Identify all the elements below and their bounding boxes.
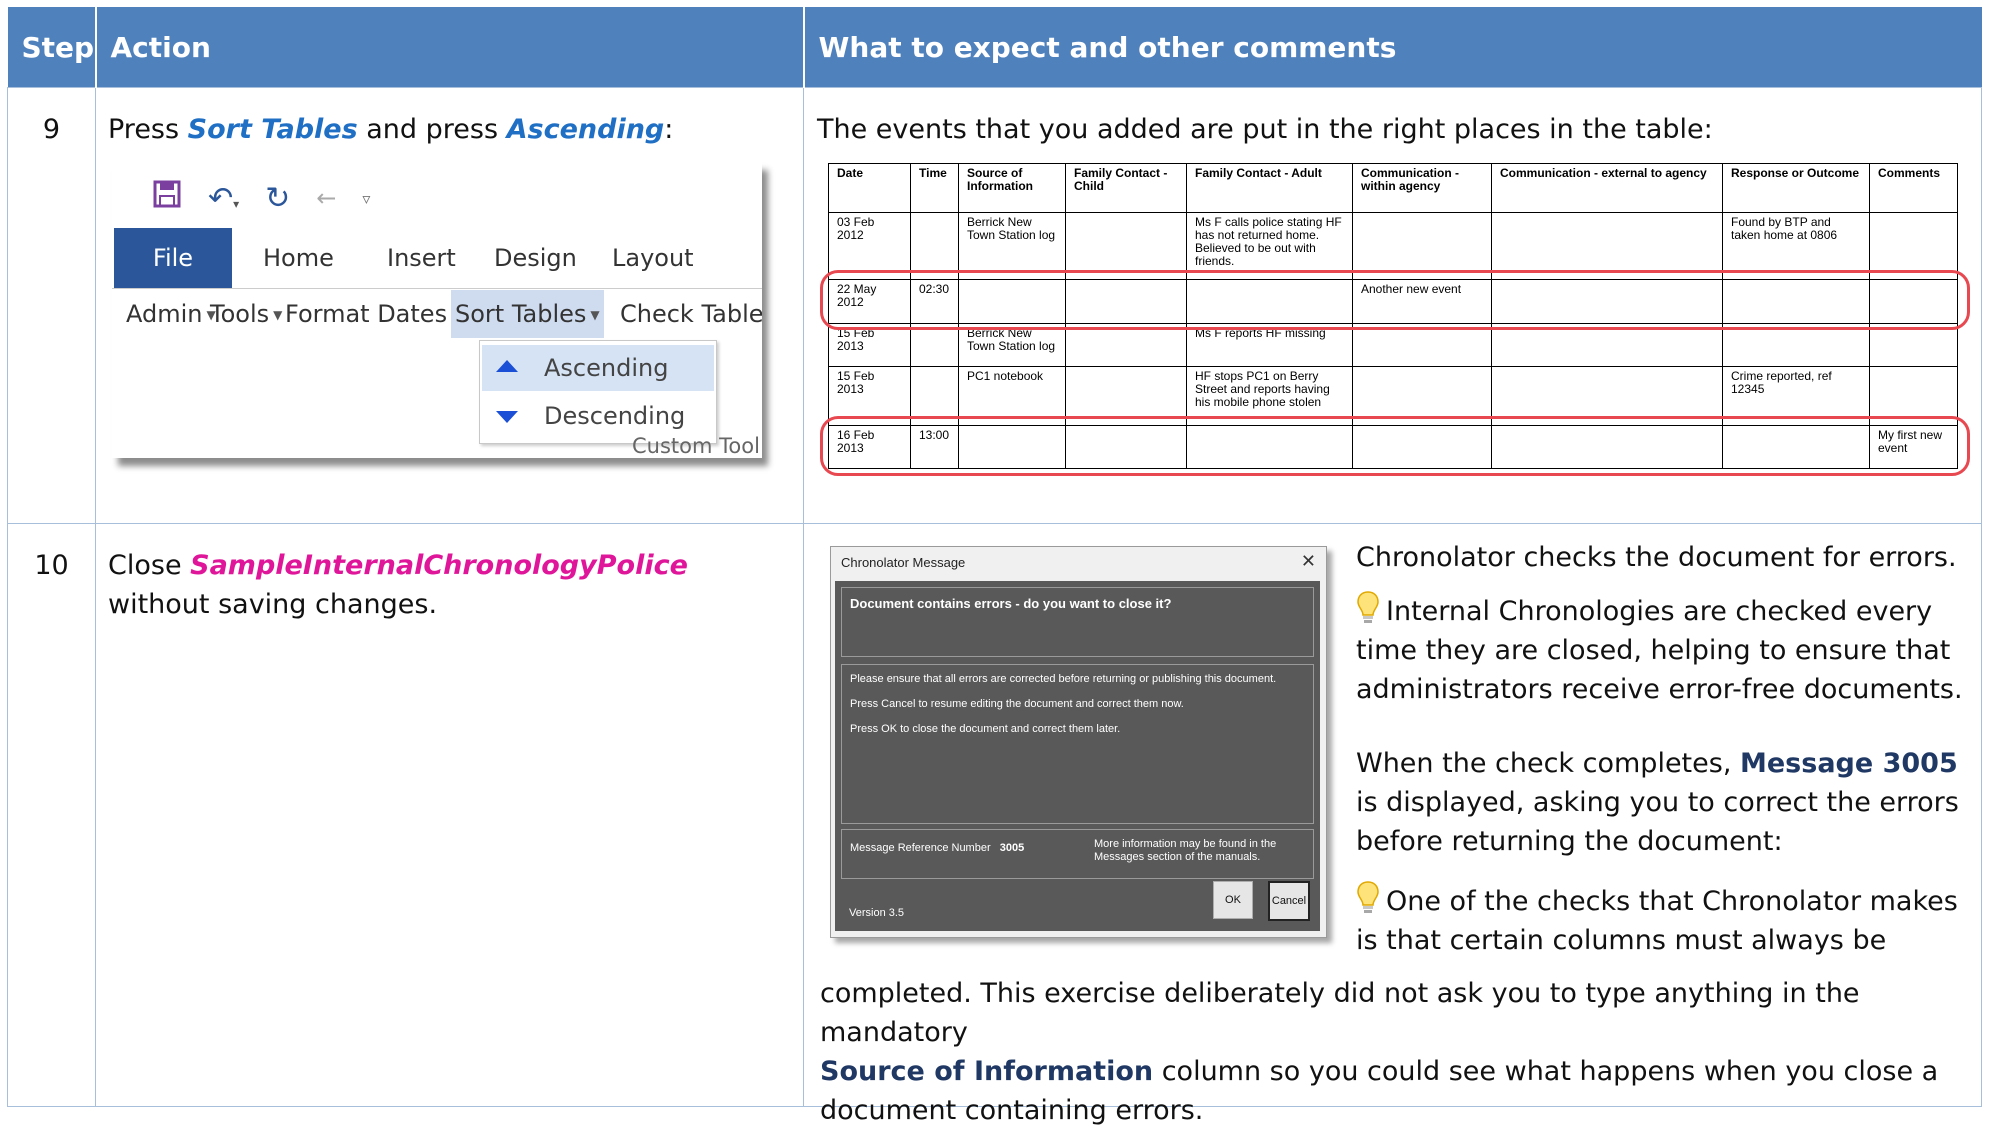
col-time: Time [910, 163, 959, 213]
sort-dropdown: Ascending Descending [479, 340, 717, 444]
message-reference: Message Reference Number 3005 [850, 842, 1025, 854]
dialog-body: Document contains errors - do you want t… [835, 581, 1320, 931]
expect-10-p1: Chronolator checks the document for erro… [1356, 542, 1957, 573]
save-icon[interactable] [152, 179, 182, 217]
dialog-body-line: Press OK to close the document and corre… [850, 723, 1121, 735]
header-expect: What to expect and other comments [803, 7, 1982, 88]
dialog-heading-box: Document contains errors - do you want t… [841, 587, 1314, 657]
header-step: Step [7, 7, 97, 88]
tab-home[interactable]: Home [263, 228, 334, 288]
document-name: SampleInternalChronologyPolice [190, 550, 688, 581]
step-9: 9 [7, 87, 96, 524]
col-comments: Comments [1869, 163, 1958, 213]
menu-admin[interactable]: Admin ▼ [126, 290, 216, 338]
ascending-ref: Ascending [506, 114, 665, 145]
dialog-version: Version 3.5 [849, 907, 905, 919]
action-10: Close SampleInternalChronologyPolice with… [95, 523, 804, 1107]
col-date: Date [828, 163, 911, 213]
menu-format-dates[interactable]: Format Dates▼ [285, 290, 460, 338]
lightbulb-icon [1356, 880, 1380, 913]
cancel-button[interactable]: Cancel [1268, 881, 1310, 921]
tab-file[interactable]: File [114, 228, 232, 288]
lightbulb-icon [1356, 590, 1380, 623]
col-source: Source of Information [958, 163, 1066, 213]
close-icon[interactable]: ✕ [1301, 551, 1316, 572]
dialog-title: Chronolator Message [841, 555, 966, 570]
menu-sort-tables[interactable]: Sort Tables ▼ [451, 290, 604, 338]
header-action: Action [95, 7, 805, 88]
dialog-reference-box: Message Reference Number 3005 More infor… [841, 829, 1314, 879]
back-arrow-icon[interactable]: ← [316, 184, 336, 212]
highlight-oval-first-event [820, 416, 1970, 476]
menu-tools[interactable]: Tools ▼ [210, 290, 282, 338]
menu-item-descending[interactable]: Descending [482, 393, 714, 439]
expect-10-p2: Internal Chronologies are checked every … [1356, 590, 1971, 709]
quick-access-toolbar: ↶▾ ↻ ← ▿ [152, 170, 370, 226]
dialog-body-line: Please ensure that all errors are correc… [850, 673, 1277, 685]
tab-design[interactable]: Design [494, 228, 577, 288]
undo-icon[interactable]: ↶▾ [208, 181, 239, 216]
action-10-text: Close SampleInternalChronologyPolice with… [108, 550, 688, 620]
tab-layout[interactable]: Layout [612, 228, 694, 288]
source-of-information-ref: Source of Information [820, 1056, 1154, 1087]
dialog-body-line: Press Cancel to resume editing the docum… [850, 698, 1184, 710]
dialog-heading: Document contains errors - do you want t… [850, 596, 1172, 611]
customize-qat-icon[interactable]: ▿ [362, 189, 370, 208]
menu-check-tables[interactable]: Check Tables [620, 290, 762, 338]
expect-10-p4a: One of the checks that Chronolator makes… [1356, 880, 1976, 960]
highlight-oval-new-event [820, 270, 1970, 330]
ribbon-screenshot: ↶▾ ↻ ← ▿ File Home Insert Design Layout … [112, 162, 762, 458]
group-label: Custom Tool [632, 434, 760, 458]
chronolator-dialog: Chronolator Message ✕ Document contains … [830, 546, 1327, 938]
expect-10-p3: When the check completes, Message 3005 i… [1356, 748, 1959, 857]
dialog-message-box: Please ensure that all errors are correc… [841, 664, 1314, 824]
col-family-child: Family Contact - Child [1065, 163, 1187, 213]
sort-tables-ref: Sort Tables [187, 114, 358, 145]
ribbon-tabs: File Home Insert Design Layout [112, 228, 762, 289]
more-info: More information may be found in the Mes… [1094, 838, 1277, 863]
triangle-down-icon [496, 411, 518, 423]
col-comm-within: Communication - within agency [1352, 163, 1492, 213]
expect-9-text: The events that you added are put in the… [817, 114, 1713, 145]
ok-button[interactable]: OK [1213, 881, 1253, 919]
step-10: 10 [7, 523, 96, 1107]
redo-icon[interactable]: ↻ [265, 181, 290, 216]
tab-insert[interactable]: Insert [387, 228, 456, 288]
page: Step Action What to expect and other com… [0, 0, 1989, 1126]
menu-item-ascending[interactable]: Ascending [482, 345, 714, 391]
action-9-text: Press Sort Tables and press Ascending: [108, 114, 674, 145]
col-response: Response or Outcome [1722, 163, 1870, 213]
col-comm-external: Communication - external to agency [1491, 163, 1723, 213]
col-family-adult: Family Contact - Adult [1186, 163, 1353, 213]
triangle-up-icon [496, 360, 518, 372]
message-3005-ref: Message 3005 [1740, 748, 1958, 779]
